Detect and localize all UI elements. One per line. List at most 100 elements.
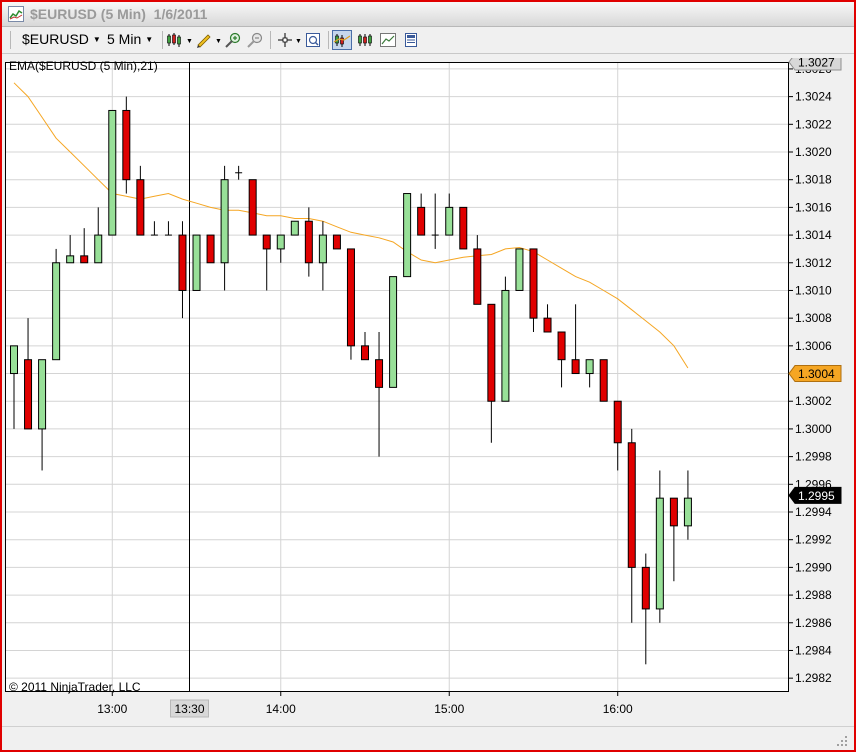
interval-selector[interactable]: 5 Min ▼ — [107, 31, 153, 47]
candle-body — [10, 345, 18, 375]
candle-body — [262, 234, 271, 250]
data-series-button[interactable] — [378, 30, 398, 50]
toolbar-separator — [162, 31, 163, 49]
y-tick-label: 1.3018 — [795, 173, 832, 187]
chart-trader-button[interactable] — [401, 30, 421, 50]
candle-body — [641, 566, 650, 610]
candle-body — [571, 359, 580, 375]
y-tick-label: 1.3000 — [795, 422, 832, 436]
price-marker-label: 1.2995 — [798, 489, 835, 503]
y-tick-label: 1.2998 — [795, 450, 832, 464]
price-marker-label: 1.3004 — [798, 367, 835, 381]
strategies-button[interactable] — [355, 30, 375, 50]
x-tick-label: 14:00 — [266, 702, 296, 716]
window-title: $EURUSD (5 Min) 1/6/2011 — [30, 6, 208, 22]
chevron-down-icon[interactable]: ▼ — [215, 38, 222, 45]
y-tick-label: 1.2982 — [795, 671, 832, 685]
chart-trader-icon — [405, 33, 417, 47]
instrument-selector[interactable]: $EURUSD ▼ — [22, 31, 101, 47]
candle — [108, 109, 117, 236]
interval-label: 5 Min — [107, 31, 142, 47]
candle-body — [38, 359, 47, 430]
candle-body — [332, 234, 341, 250]
indicators-button[interactable] — [332, 30, 352, 50]
x-tick-label: 15:00 — [434, 702, 464, 716]
y-tick-label: 1.3006 — [795, 339, 832, 353]
candle-body — [346, 248, 355, 347]
candle-body — [375, 359, 384, 388]
candle-body — [515, 248, 524, 291]
candle-body — [220, 179, 229, 264]
candle — [122, 96, 131, 194]
candle-body — [24, 359, 33, 430]
candle — [206, 234, 215, 264]
crosshair-button[interactable] — [275, 30, 295, 50]
indicator-label: EMA($EURUSD (5 Min),21) — [9, 59, 158, 73]
zoom-in-button[interactable] — [223, 30, 243, 50]
candle — [192, 234, 201, 291]
y-tick-label: 1.3002 — [795, 394, 832, 408]
candle — [52, 248, 61, 361]
instrument-label: $EURUSD — [22, 31, 89, 47]
y-tick-label: 1.3020 — [795, 145, 832, 159]
y-tick-label: 1.3012 — [795, 256, 832, 270]
properties-icon — [306, 33, 320, 47]
candle — [248, 179, 257, 236]
y-tick-label: 1.2994 — [795, 505, 832, 519]
candle-body — [206, 234, 215, 264]
chevron-down-icon[interactable]: ▼ — [186, 38, 193, 45]
y-tick-label: 1.2990 — [795, 560, 832, 574]
toolbar-separator — [270, 31, 271, 49]
candle — [346, 248, 355, 360]
y-tick-label: 1.3024 — [795, 90, 832, 104]
drawing-tools-icon — [197, 34, 211, 48]
resize-grip-icon[interactable] — [836, 735, 848, 747]
candle-body — [94, 234, 103, 264]
toolbar-separator — [10, 31, 11, 49]
y-tick-label: 1.2988 — [795, 588, 832, 602]
candle — [459, 206, 468, 250]
candle-body — [473, 248, 482, 305]
candle-body — [248, 179, 257, 236]
candle-body — [52, 262, 61, 361]
zoom-in-icon — [225, 32, 241, 48]
candle-body — [122, 109, 131, 181]
x-tick-label: 16:00 — [603, 702, 633, 716]
zoom-out-button[interactable] — [245, 30, 265, 50]
candle — [290, 220, 299, 236]
candle-body — [613, 400, 622, 444]
chevron-down-icon: ▼ — [92, 35, 101, 44]
bar-type-button[interactable] — [165, 30, 185, 50]
candle-body — [276, 234, 285, 250]
candle-body — [655, 497, 664, 610]
properties-button[interactable] — [303, 30, 323, 50]
bar-type-icon — [167, 33, 181, 47]
candle-body — [627, 442, 636, 568]
chevron-down-icon[interactable]: ▼ — [295, 38, 302, 45]
candle — [389, 276, 398, 388]
candle-body — [403, 193, 412, 278]
candle-body — [66, 255, 75, 264]
candle-body — [585, 359, 594, 375]
y-tick-label: 1.2984 — [795, 643, 832, 657]
candle-body — [557, 331, 566, 361]
price-chart[interactable]: 1.30261.30241.30221.30201.30181.30161.30… — [2, 58, 854, 726]
candle-body — [178, 234, 187, 291]
chart-toolbar: $EURUSD ▼ 5 Min ▼ ▼ ▼ ▼ — [2, 27, 854, 54]
drawing-tools-button[interactable] — [194, 30, 214, 50]
candle — [332, 234, 341, 250]
candle-body — [543, 317, 552, 333]
candle-body — [417, 206, 426, 236]
candle — [501, 276, 510, 402]
candle-body — [192, 234, 201, 291]
y-tick-label: 1.3008 — [795, 311, 832, 325]
candle-body — [599, 359, 608, 402]
y-tick-label: 1.3014 — [795, 228, 832, 242]
candle — [403, 193, 412, 278]
candle-body — [318, 234, 327, 264]
title-bar[interactable]: $EURUSD (5 Min) 1/6/2011 — [2, 2, 854, 27]
candle-body — [80, 255, 89, 264]
price-marker-label: 1.3027 — [798, 58, 835, 70]
indicators-icon — [333, 34, 351, 47]
candle-body — [459, 206, 468, 250]
